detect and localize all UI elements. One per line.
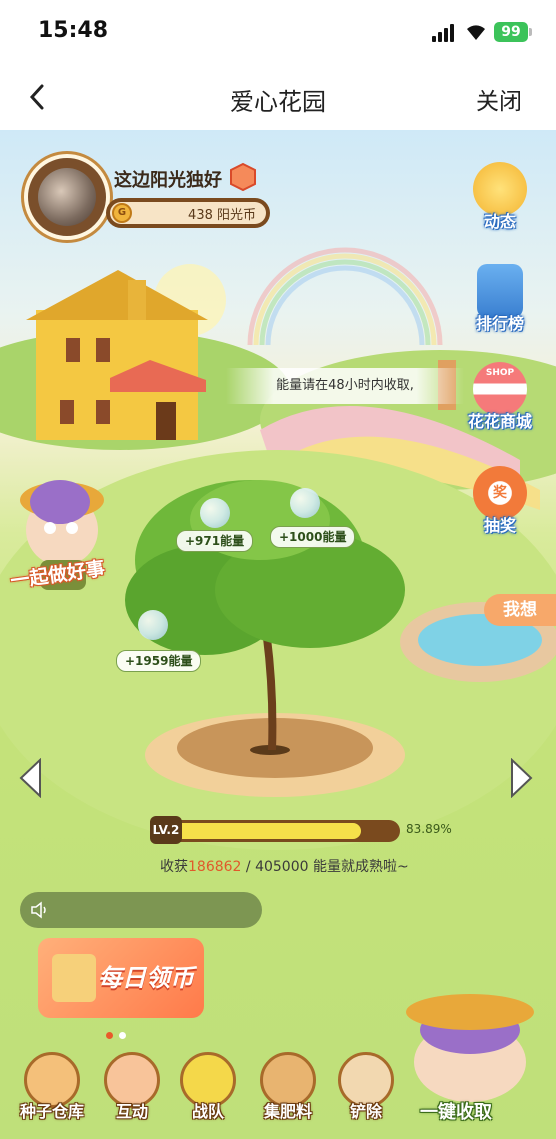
daily-coin-banner[interactable]: 每日领币 (38, 938, 204, 1018)
avatar[interactable] (24, 154, 110, 240)
lottery-label: 抽奖 (483, 516, 516, 535)
energy-bubble[interactable] (138, 610, 168, 640)
speaker-icon[interactable] (30, 901, 50, 919)
fertilizer-button[interactable]: 集肥料 (248, 1052, 328, 1122)
level-badge: LV.2 (150, 816, 182, 844)
fertilizer-label: 集肥料 (263, 1102, 312, 1121)
nav-bar: 爱心花园 关闭 (0, 66, 556, 130)
coin-value: 438 阳光币 (188, 208, 256, 223)
leaderboard-button[interactable]: 排行榜 (460, 264, 540, 334)
team-button[interactable]: 战队 (168, 1052, 248, 1122)
coin-balance: G 438 阳光币 (106, 198, 270, 228)
banner-pagination (106, 1024, 132, 1043)
leaderboard-label: 排行榜 (475, 314, 524, 333)
left-arrow-icon[interactable] (18, 758, 44, 798)
page-title: 爱心花园 (230, 88, 326, 116)
interact-button[interactable]: 互动 (92, 1052, 172, 1122)
badge-icon (230, 162, 256, 192)
wifi-icon (467, 25, 485, 40)
feed-button[interactable]: 动态 (460, 162, 540, 232)
close-button[interactable]: 关闭 (476, 82, 522, 116)
right-arrow-icon[interactable] (508, 758, 534, 798)
energy-bubble[interactable] (290, 488, 320, 518)
garden-scene: 这边阳光独好 G 438 阳光币 动态 排行榜 SHOP 花花商城 奖 抽奖 我… (0, 130, 556, 1139)
energy-tag[interactable]: +971能量 (176, 530, 254, 552)
interact-label: 互动 (115, 1102, 148, 1121)
user-name: 这边阳光独好 (114, 170, 222, 191)
harvest-suffix: / 405000 能量就成熟啦~ (241, 859, 409, 875)
team-label: 战队 (191, 1102, 224, 1121)
level-progress: LV.2 (150, 816, 400, 844)
energy-notice: 能量请在48小时内收取, (226, 368, 464, 404)
user-profile[interactable]: 这边阳光独好 G 438 阳光币 (24, 154, 274, 240)
gift-box-icon (52, 954, 96, 1002)
seed-storage-label: 种子仓库 (19, 1102, 84, 1121)
sound-bar[interactable] (20, 892, 262, 928)
lottery-button[interactable]: 奖 抽奖 (460, 466, 540, 536)
collect-all-button[interactable]: 一键收取 (420, 1098, 492, 1124)
harvest-current: 186862 (188, 859, 242, 875)
shop-button[interactable]: SHOP 花花商城 (460, 362, 540, 432)
remove-button[interactable]: 铲除 (326, 1052, 406, 1122)
energy-bubble[interactable] (200, 498, 230, 528)
shop-label: 花花商城 (467, 412, 532, 431)
seed-storage-button[interactable]: 种子仓库 (12, 1052, 92, 1122)
status-bar: 15:48 99 (0, 0, 556, 66)
page-dot (106, 1032, 113, 1039)
banner-text: 每日领币 (98, 964, 194, 992)
battery-icon: 99 (494, 22, 532, 42)
coin-icon: G (112, 203, 132, 223)
page-dot (119, 1032, 126, 1039)
energy-tag[interactable]: +1959能量 (116, 650, 202, 672)
energy-tag[interactable]: +1000能量 (270, 526, 356, 548)
status-time: 15:48 (38, 18, 109, 43)
remove-label: 铲除 (349, 1102, 382, 1121)
feed-label: 动态 (483, 212, 516, 231)
level-progress-fill (171, 823, 361, 839)
harvest-prefix: 收获 (160, 859, 188, 875)
harvest-text: 收获186862 / 405000 能量就成熟啦~ (160, 856, 409, 876)
level-percent: 83.89% (406, 822, 452, 836)
wish-button[interactable]: 我想 (484, 594, 556, 626)
signal-icon (432, 24, 458, 42)
